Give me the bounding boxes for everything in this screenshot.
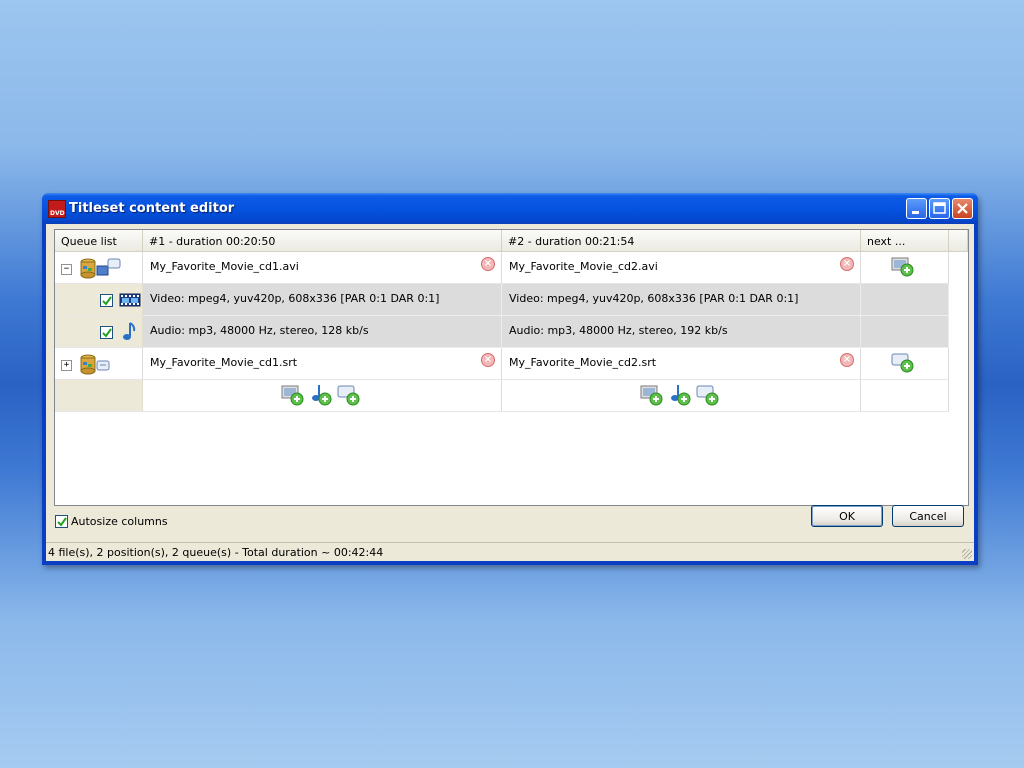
dialog-client-area: Queue list #1 - duration 00:20:50 #2 - d… bbox=[46, 224, 974, 561]
checkmark-icon bbox=[102, 328, 112, 338]
close-button[interactable] bbox=[952, 198, 973, 219]
delete-circle-icon[interactable]: × bbox=[840, 257, 854, 271]
close-icon bbox=[957, 203, 968, 214]
subtitle-file-cell-2[interactable]: My_Favorite_Movie_cd2.srt × bbox=[502, 348, 861, 380]
video-stream-cell-2[interactable]: Video: mpeg4, yuv420p, 608x336 [PAR 0:1 … bbox=[502, 284, 861, 316]
video-file-cell-1[interactable]: My_Favorite_Movie_cd1.avi × bbox=[143, 252, 502, 284]
header-position-1[interactable]: #1 - duration 00:20:50 bbox=[143, 230, 502, 252]
cancel-button[interactable]: Cancel bbox=[892, 505, 964, 527]
expand-toggle[interactable]: + bbox=[61, 360, 72, 371]
queue-cell-video: − bbox=[55, 252, 143, 284]
header-next[interactable]: next ... bbox=[861, 230, 949, 252]
subtitle-database-icon bbox=[80, 354, 110, 375]
add-audio-icon[interactable] bbox=[670, 383, 694, 407]
database-stack-icon bbox=[80, 258, 121, 279]
add-video-icon[interactable] bbox=[281, 383, 305, 407]
queue-cell-video-stream bbox=[55, 284, 143, 316]
queue-cell-add bbox=[55, 380, 143, 412]
video-stream-checkbox[interactable] bbox=[100, 294, 113, 307]
header-queue-list[interactable]: Queue list bbox=[55, 230, 143, 252]
titleset-editor-window: DVD Titleset content editor Queue list #… bbox=[42, 193, 978, 565]
video-stream-cell-1[interactable]: Video: mpeg4, yuv420p, 608x336 [PAR 0:1 … bbox=[143, 284, 502, 316]
collapse-toggle[interactable]: − bbox=[61, 264, 72, 275]
next-cell-video[interactable] bbox=[861, 252, 949, 284]
status-text: 4 file(s), 2 position(s), 2 queue(s) - T… bbox=[48, 546, 384, 559]
subtitle-file-name-1: My_Favorite_Movie_cd1.srt bbox=[150, 356, 298, 369]
add-subtitle-icon[interactable] bbox=[891, 352, 915, 374]
music-note-icon bbox=[123, 322, 136, 340]
delete-circle-icon[interactable]: × bbox=[481, 257, 495, 271]
audio-stream-checkbox[interactable] bbox=[100, 326, 113, 339]
next-cell-video-stream bbox=[861, 284, 949, 316]
queue-cell-subtitle: + bbox=[55, 348, 143, 380]
maximize-icon bbox=[933, 202, 946, 214]
next-cell-audio-stream bbox=[861, 316, 949, 348]
add-video-icon[interactable] bbox=[640, 383, 664, 407]
autosize-checkbox[interactable] bbox=[55, 515, 68, 528]
audio-stream-cell-1[interactable]: Audio: mp3, 48000 Hz, stereo, 128 kb/s bbox=[143, 316, 502, 348]
audio-stream-cell-2[interactable]: Audio: mp3, 48000 Hz, stereo, 192 kb/s bbox=[502, 316, 861, 348]
subtitle-file-cell-1[interactable]: My_Favorite_Movie_cd1.srt × bbox=[143, 348, 502, 380]
queue-grid[interactable]: Queue list #1 - duration 00:20:50 #2 - d… bbox=[54, 229, 969, 506]
checkmark-icon bbox=[102, 296, 112, 306]
next-cell-add bbox=[861, 380, 949, 412]
resize-grip-icon[interactable] bbox=[962, 549, 972, 559]
next-cell-subtitle[interactable] bbox=[861, 348, 949, 380]
minimize-icon bbox=[912, 211, 919, 214]
add-subtitle-icon[interactable] bbox=[337, 383, 361, 407]
add-video-icon[interactable] bbox=[891, 256, 915, 278]
header-filler bbox=[949, 230, 968, 252]
checkmark-icon bbox=[57, 517, 67, 527]
add-stream-cell-1 bbox=[143, 380, 502, 412]
video-file-cell-2[interactable]: My_Favorite_Movie_cd2.avi × bbox=[502, 252, 861, 284]
subtitle-file-name-2: My_Favorite_Movie_cd2.srt bbox=[509, 356, 657, 369]
window-title: Titleset content editor bbox=[69, 201, 235, 216]
ok-button[interactable]: OK bbox=[811, 505, 883, 527]
delete-circle-icon[interactable]: × bbox=[481, 353, 495, 367]
queue-cell-audio-stream bbox=[55, 316, 143, 348]
video-file-name-1: My_Favorite_Movie_cd1.avi bbox=[150, 260, 299, 273]
add-audio-icon[interactable] bbox=[311, 383, 335, 407]
video-file-name-2: My_Favorite_Movie_cd2.avi bbox=[509, 260, 658, 273]
status-bar: 4 file(s), 2 position(s), 2 queue(s) - T… bbox=[46, 542, 974, 561]
header-position-2[interactable]: #2 - duration 00:21:54 bbox=[502, 230, 861, 252]
autosize-label[interactable]: Autosize columns bbox=[71, 515, 168, 528]
film-strip-icon bbox=[119, 293, 141, 307]
maximize-button[interactable] bbox=[929, 198, 950, 219]
minimize-button[interactable] bbox=[906, 198, 927, 219]
dvd-app-icon: DVD bbox=[48, 200, 66, 218]
add-subtitle-icon[interactable] bbox=[696, 383, 720, 407]
title-bar[interactable]: DVD Titleset content editor bbox=[42, 193, 978, 224]
add-stream-cell-2 bbox=[502, 380, 861, 412]
delete-circle-icon[interactable]: × bbox=[840, 353, 854, 367]
